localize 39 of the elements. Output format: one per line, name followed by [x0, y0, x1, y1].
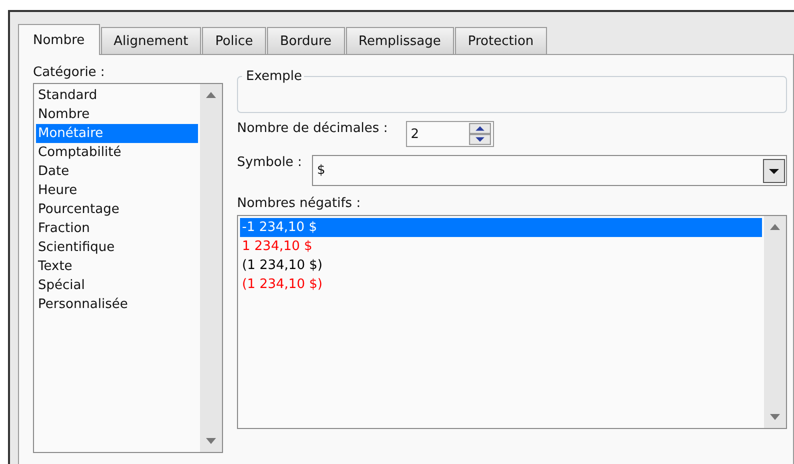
list-item[interactable]: Standard [36, 86, 198, 105]
list-item[interactable]: Fraction [36, 219, 198, 238]
tab[interactable]: Protection [454, 27, 547, 54]
symbol-value: $ [316, 163, 326, 178]
scrollbar[interactable] [764, 216, 786, 428]
tab[interactable]: Bordure [266, 27, 345, 54]
scroll-down-icon[interactable] [206, 438, 216, 444]
scroll-down-icon[interactable] [770, 414, 780, 420]
negatives-label: Nombres négatifs : [237, 196, 361, 211]
list-item[interactable]: (1 234,10 $) [240, 256, 762, 275]
list-item[interactable]: Comptabilité [36, 143, 198, 162]
list-item[interactable]: Monétaire [36, 124, 198, 143]
spin-up-icon[interactable] [468, 123, 491, 134]
scroll-up-icon[interactable] [770, 224, 780, 230]
tab[interactable]: Remplissage [346, 27, 454, 54]
decimals-label: Nombre de décimales : [237, 121, 388, 136]
sample-legend: Exemple [242, 69, 304, 84]
list-item[interactable]: Texte [36, 257, 198, 276]
list-item[interactable]: 1 234,10 $ [240, 237, 762, 256]
tab[interactable]: Police [202, 27, 266, 54]
list-item[interactable]: Scientifique [36, 238, 198, 257]
category-label: Catégorie : [33, 65, 105, 80]
decimals-value: 2 [410, 126, 419, 142]
list-item[interactable]: -1 234,10 $ [240, 218, 762, 237]
list-item[interactable]: Date [36, 162, 198, 181]
list-item[interactable]: (1 234,10 $) [240, 275, 762, 294]
list-item[interactable]: Pourcentage [36, 200, 198, 219]
list-item[interactable]: Heure [36, 181, 198, 200]
list-item[interactable]: Spécial [36, 276, 198, 295]
scroll-up-icon[interactable] [206, 92, 216, 98]
spin-down-icon[interactable] [468, 134, 491, 145]
scrollbar[interactable] [200, 84, 222, 452]
symbol-label: Symbole : [237, 155, 302, 170]
tab[interactable]: Nombre [18, 24, 100, 55]
list-item[interactable]: Personnalisée [36, 295, 198, 314]
list-item[interactable]: Nombre [36, 105, 198, 124]
decimals-spinner[interactable]: 2 [406, 121, 494, 147]
tab[interactable]: Alignement [100, 27, 202, 54]
symbol-dropdown[interactable]: $ [312, 155, 787, 186]
